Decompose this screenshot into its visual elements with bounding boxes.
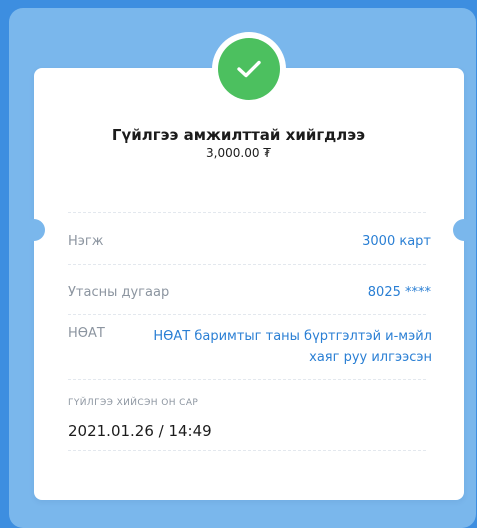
receipt-notch-left — [23, 219, 45, 241]
check-icon — [237, 60, 261, 78]
quantity-value: 3000 карт — [362, 234, 431, 249]
transaction-date-value: 2021.01.26 / 14:49 — [68, 422, 212, 440]
divider — [68, 264, 426, 265]
transaction-amount: 3,000.00 ₮ — [206, 146, 271, 160]
phone-value: 8025 **** — [367, 285, 431, 300]
divider — [68, 314, 426, 315]
phone-label: Утасны дугаар — [68, 285, 170, 300]
transaction-date-label: ГҮЙЛГЭЭ ХИЙСЭН ОН САР — [68, 398, 199, 408]
divider — [68, 212, 426, 213]
success-title: Гүйлгээ амжилттай хийгдлээ — [111, 126, 366, 144]
divider — [68, 379, 426, 380]
vat-label: НӨАТ — [68, 326, 105, 341]
divider — [68, 450, 426, 451]
success-circle — [218, 38, 280, 100]
receipt-notch-right — [453, 219, 475, 241]
quantity-label: Нэгж — [68, 234, 104, 249]
vat-value: НӨАТ баримтыг таны бүртгэлтэй и-мэйл хая… — [153, 329, 432, 365]
success-badge — [212, 32, 286, 106]
